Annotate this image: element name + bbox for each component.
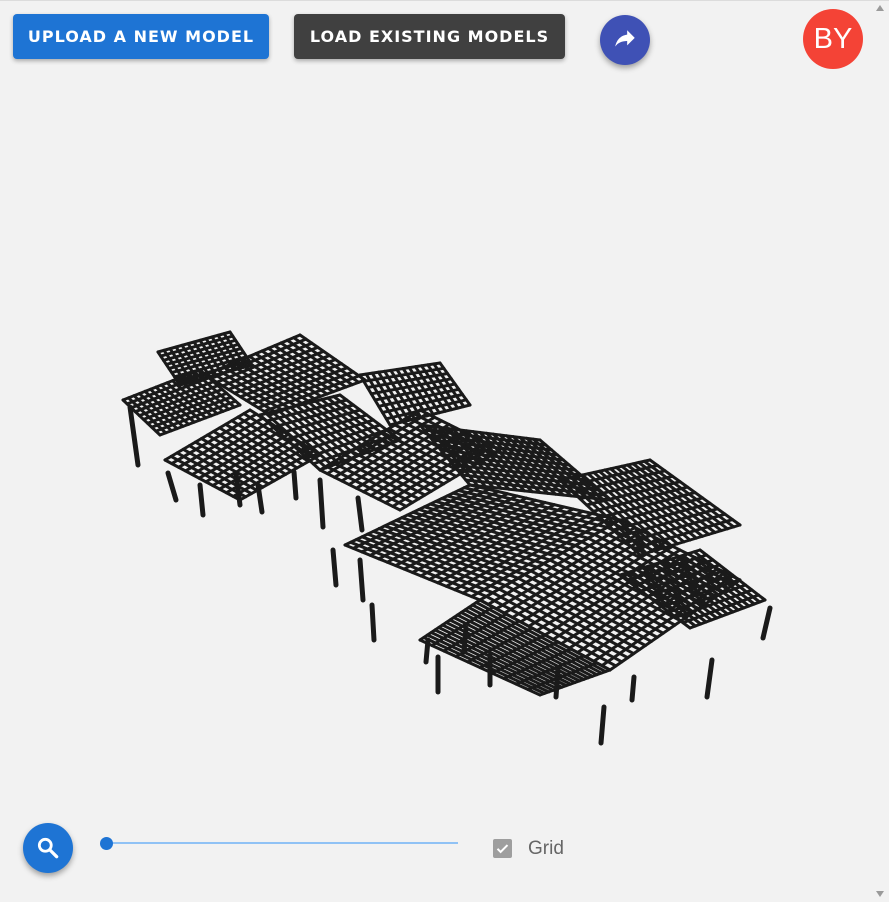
view-slider[interactable] [100, 833, 458, 853]
zoom-search-button[interactable] [23, 823, 73, 873]
scrollbar-down-arrow[interactable] [876, 891, 884, 897]
top-border [0, 0, 889, 1]
load-models-button[interactable]: LOAD EXISTING MODELS [294, 14, 565, 59]
checkmark-icon [496, 844, 509, 854]
user-avatar[interactable]: BY [803, 9, 863, 69]
share-icon [615, 30, 635, 47]
grid-label: Grid [528, 838, 564, 859]
slider-thumb[interactable] [100, 837, 113, 850]
share-button[interactable] [600, 15, 650, 65]
slider-track [105, 842, 458, 844]
grid-checkbox[interactable] [493, 839, 512, 858]
scrollbar-up-arrow[interactable] [876, 5, 884, 11]
model-viewport[interactable] [0, 80, 880, 800]
search-icon [37, 837, 59, 859]
structural-model [121, 330, 773, 746]
upload-model-button[interactable]: UPLOAD A NEW MODEL [13, 14, 269, 59]
